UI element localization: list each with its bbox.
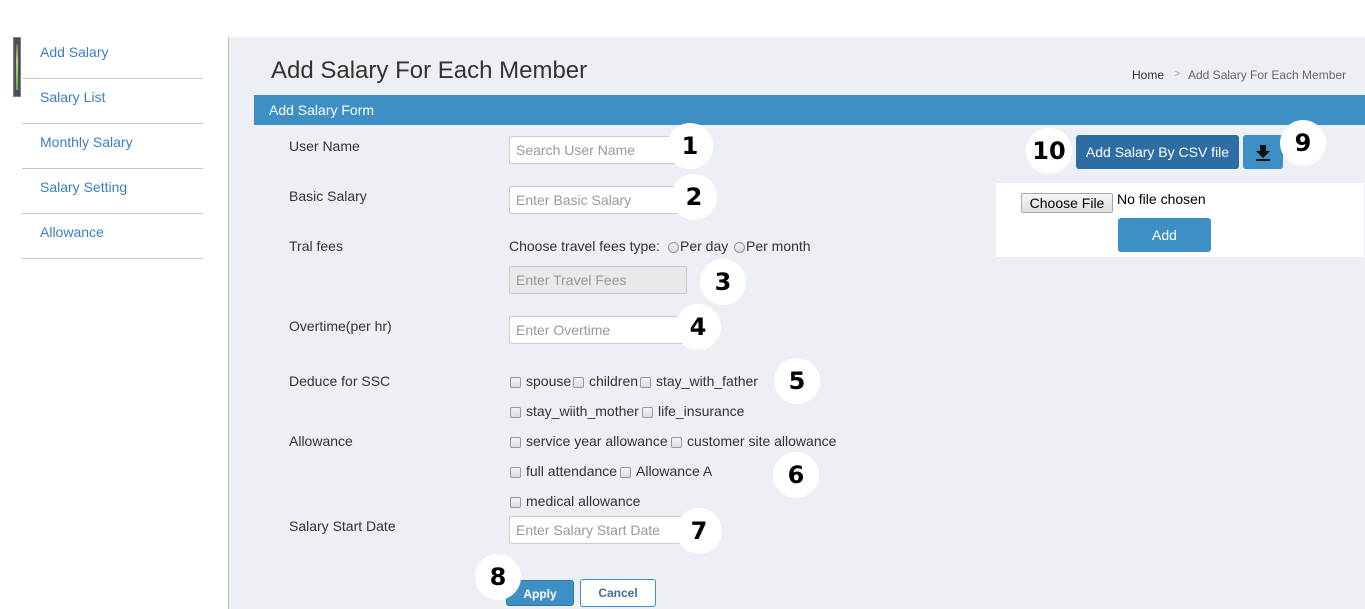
user-name-input[interactable] [509,136,684,164]
basic-salary-label: Basic Salary [289,188,367,204]
service-year-allowance-label: service year allowance [526,433,668,449]
sidebar-item-label: Salary List [40,89,106,105]
service-year-allowance-checkbox[interactable] [510,437,521,448]
medical-allowance-label: medical allowance [526,493,641,509]
per-day-radio[interactable] [668,242,679,253]
allowance-a-label: Allowance A [636,463,713,479]
annotation-badge-4: 4 [675,304,721,350]
annotation-badge-10: 10 [1026,128,1072,174]
no-file-chosen-text: No file chosen [1117,191,1206,207]
annotation-badge-2: 2 [671,174,717,220]
full-attendance-label: full attendance [526,463,618,479]
salary-start-date-input[interactable] [509,516,684,544]
annotation-badge-9: 9 [1280,120,1326,166]
travel-type-prompt: Choose travel fees type: [509,238,660,254]
travel-fees-input[interactable] [509,266,687,294]
sidebar-item-label: Add Salary [40,44,109,60]
breadcrumb-separator: > [1174,68,1181,80]
salary-start-date-label: Salary Start Date [289,518,396,534]
annotation-badge-6: 6 [773,452,819,498]
overtime-label: Overtime(per hr) [289,318,392,334]
ssc-spouse-label: spouse [526,373,572,389]
breadcrumb-home-link[interactable]: Home [1132,68,1164,82]
annotation-badge-1: 1 [667,123,713,169]
annotation-badge-7: 7 [676,508,722,554]
ssc-children-checkbox[interactable] [573,377,584,388]
sidebar-item-label: Monthly Salary [40,134,133,150]
ssc-spouse-checkbox[interactable] [510,377,521,388]
annotation-badge-8: 8 [475,554,521,600]
sidebar-item-monthly-salary[interactable]: Monthly Salary [22,124,203,169]
per-month-label: Per month [746,238,811,254]
download-button[interactable] [1243,135,1283,169]
ssc-stay-with-father-label: stay_with_father [656,373,758,389]
overtime-input[interactable] [509,316,684,344]
user-name-label: User Name [289,138,360,154]
sidebar-item-label: Allowance [40,224,104,240]
ssc-stay-with-mother-label: stay_wiith_mother [526,403,639,419]
sidebar-scrollbar[interactable] [13,37,21,97]
add-button[interactable]: Add [1118,218,1211,252]
allowance-a-checkbox[interactable] [620,467,631,478]
sidebar-item-add-salary[interactable]: Add Salary [22,34,203,79]
download-icon [1256,145,1270,161]
ssc-children-label: children [589,373,639,389]
per-month-radio[interactable] [734,242,745,253]
customer-site-allowance-checkbox[interactable] [671,437,682,448]
sidebar-item-allowance[interactable]: Allowance [22,214,203,259]
ssc-stay-with-mother-checkbox[interactable] [510,407,521,418]
cancel-button[interactable]: Cancel [580,579,656,607]
per-day-label: Per day [680,238,729,254]
annotation-badge-5: 5 [774,358,820,404]
ssc-life-insurance-checkbox[interactable] [642,407,653,418]
sidebar-item-salary-list[interactable]: Salary List [22,79,203,124]
travel-fees-label: Tral fees [289,238,343,254]
basic-salary-input[interactable] [509,186,684,214]
sidebar-item-label: Salary Setting [40,179,128,195]
breadcrumb-current: Add Salary For Each Member [1188,68,1347,82]
customer-site-allowance-label: customer site allowance [687,433,837,449]
add-salary-by-csv-button[interactable]: Add Salary By CSV file [1076,135,1239,169]
sidebar-item-salary-setting[interactable]: Salary Setting [22,169,203,214]
page-title: Add Salary For Each Member [271,57,588,84]
ssc-label: Deduce for SSC [289,373,391,389]
form-title: Add Salary Form [269,102,375,118]
ssc-stay-with-father-checkbox[interactable] [640,377,651,388]
annotation-badge-3: 3 [700,259,746,305]
allowance-label: Allowance [289,433,353,449]
medical-allowance-checkbox[interactable] [510,497,521,508]
choose-file-button[interactable]: Choose File [1021,193,1113,213]
full-attendance-checkbox[interactable] [510,467,521,478]
form-header: Add Salary Form [254,95,1365,125]
ssc-life-insurance-label: life_insurance [658,403,745,419]
